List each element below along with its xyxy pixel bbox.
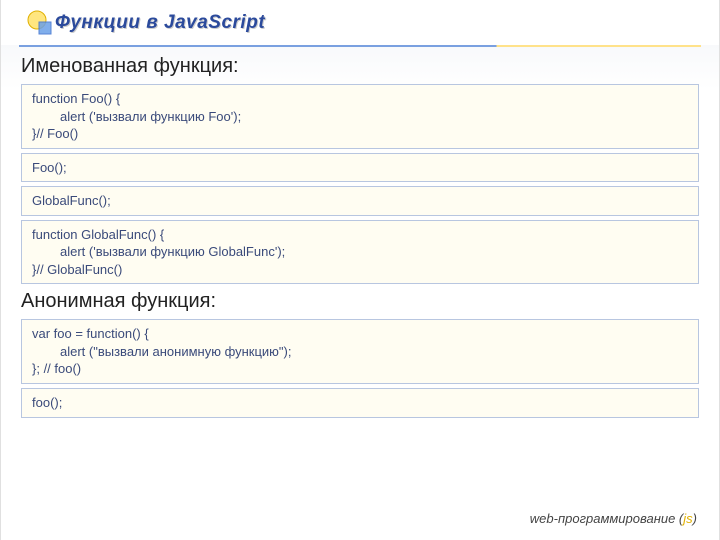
- code-line: foo();: [32, 394, 688, 412]
- code-line: }// GlobalFunc(): [32, 261, 688, 279]
- section-heading-named: Именованная функция:: [21, 55, 699, 78]
- footer-js: js: [683, 511, 692, 526]
- code-box-1: function Foo() { alert ('вызвали функцию…: [21, 84, 699, 149]
- page-title: Функции в JavaScript: [55, 12, 265, 34]
- code-line: function GlobalFunc() {: [32, 226, 688, 244]
- code-text: alert ('вызвали функцию GlobalFunc');: [32, 243, 285, 261]
- code-text: alert ("вызвали анонимную функцию");: [32, 343, 292, 361]
- title-bar: Функции в JavaScript: [19, 0, 701, 45]
- footer-text: web-программирование (: [530, 511, 683, 526]
- code-box-4: function GlobalFunc() { alert ('вызвали …: [21, 220, 699, 285]
- code-box-2: Foo();: [21, 153, 699, 183]
- code-text: alert ('вызвали функцию Foo');: [32, 108, 241, 126]
- footer-close: ): [693, 511, 697, 526]
- code-line: alert ("вызвали анонимную функцию");: [32, 343, 688, 361]
- code-line: alert ('вызвали функцию Foo');: [32, 108, 688, 126]
- code-box-3: GlobalFunc();: [21, 186, 699, 216]
- code-line: GlobalFunc();: [32, 192, 688, 210]
- logo-icon: [25, 8, 55, 38]
- section-heading-anon: Анонимная функция:: [21, 290, 699, 313]
- code-line: function Foo() {: [32, 90, 688, 108]
- footer: web-программирование (js): [530, 511, 697, 526]
- code-box-6: foo();: [21, 388, 699, 418]
- slide: Функции в JavaScript Именованная функция…: [0, 0, 720, 540]
- title-underline: [19, 45, 701, 47]
- code-box-5: var foo = function() { alert ("вызвали а…: [21, 319, 699, 384]
- code-line: alert ('вызвали функцию GlobalFunc');: [32, 243, 688, 261]
- code-line: var foo = function() {: [32, 325, 688, 343]
- code-line: Foo();: [32, 159, 688, 177]
- code-line: }; // foo(): [32, 360, 688, 378]
- code-line: }// Foo(): [32, 125, 688, 143]
